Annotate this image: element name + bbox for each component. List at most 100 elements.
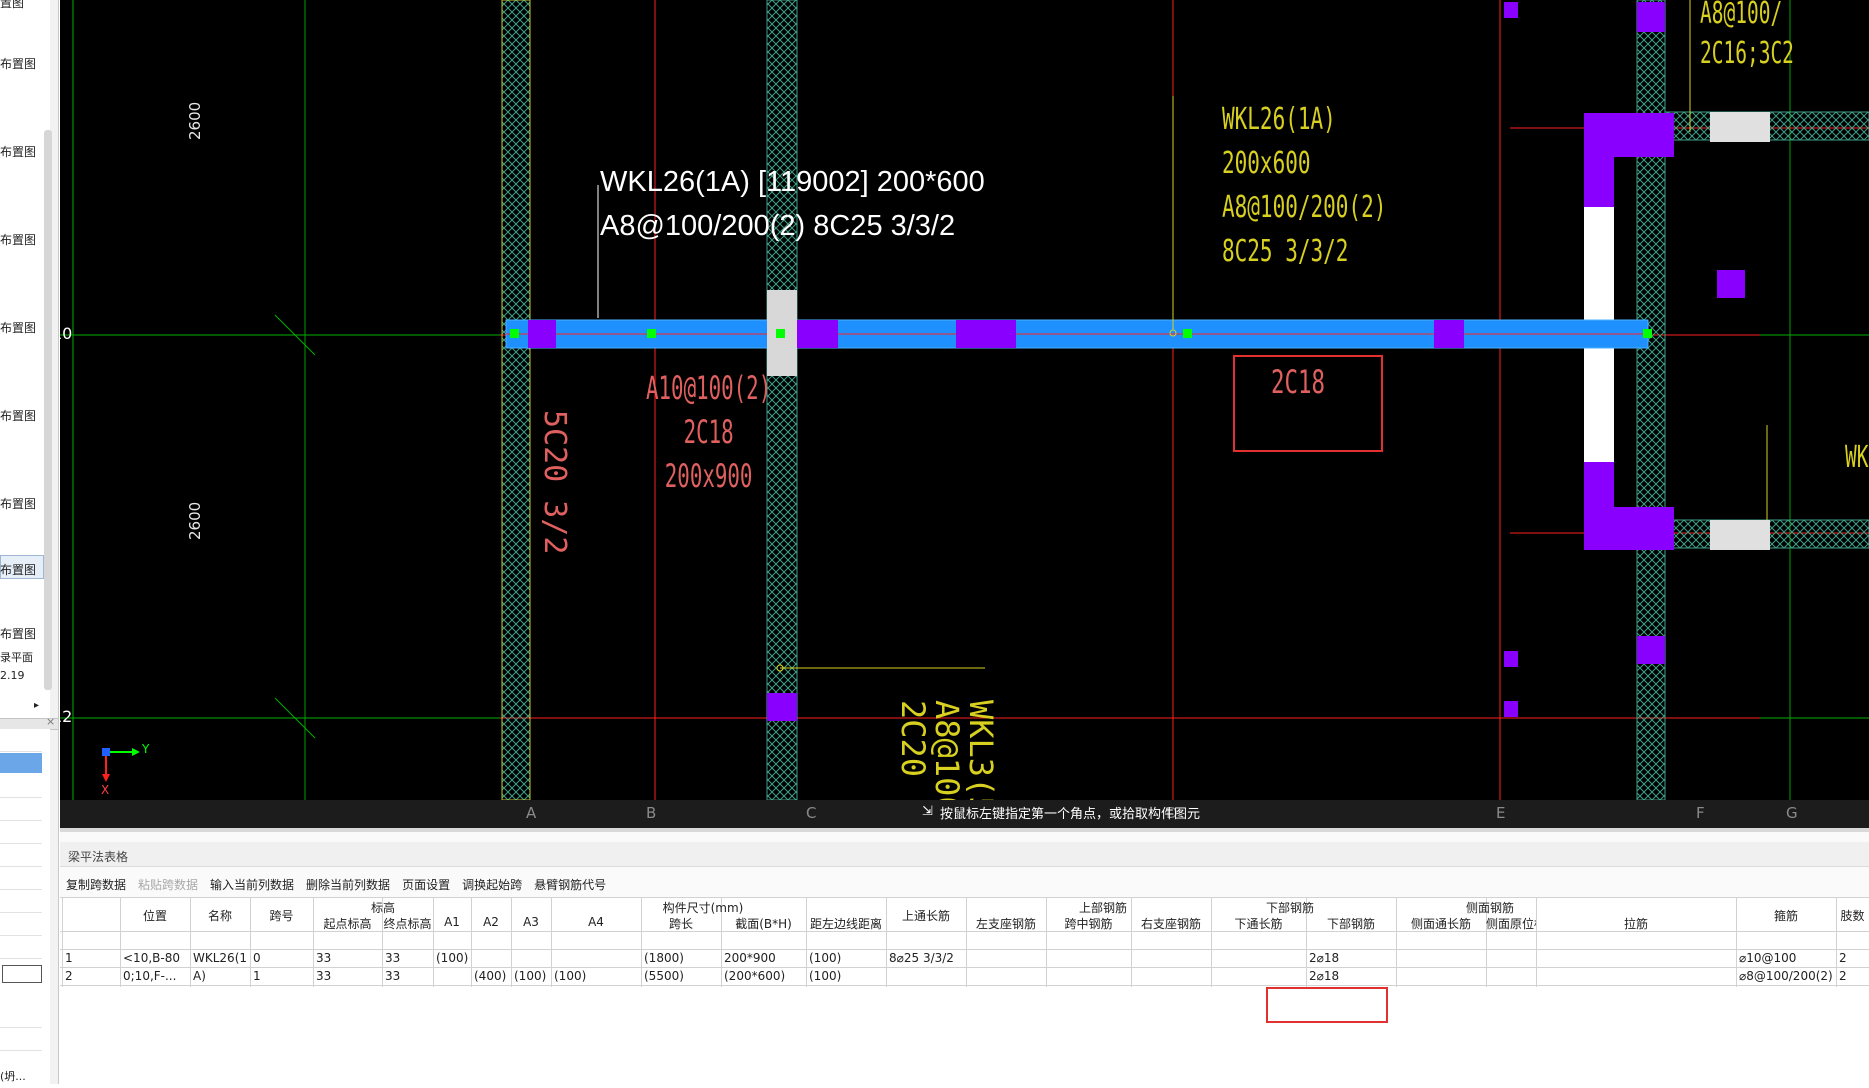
group-header: 上部钢筋 — [1078, 901, 1127, 915]
table-cell[interactable]: 2⌀18 — [1309, 969, 1395, 983]
axis-label: F — [1696, 804, 1705, 822]
grip-point — [647, 329, 656, 338]
list-item[interactable] — [0, 1005, 42, 1028]
list-item[interactable]: 布置图 — [0, 561, 36, 578]
table-cell[interactable]: (5500) — [644, 969, 720, 983]
list-item[interactable] — [0, 1028, 42, 1051]
list-item[interactable]: 布置图 — [0, 231, 36, 248]
table-cell[interactable]: A) — [193, 969, 249, 983]
table-cell[interactable]: 33 — [316, 969, 381, 983]
grip-point — [1183, 329, 1192, 338]
input-column-button[interactable]: 输入当前列数据 — [210, 876, 294, 896]
list-item[interactable] — [0, 821, 42, 844]
swap-start-span-button[interactable]: 调换起始跨 — [462, 876, 522, 896]
table-cell[interactable]: (200*600) — [724, 969, 805, 983]
pink-annotation: A10@100(2) 2C18 200x900 — [646, 369, 772, 495]
list-item[interactable]: 布置图 — [0, 407, 36, 424]
column — [1584, 113, 1674, 157]
column-header: A1 — [444, 915, 460, 929]
table-cell[interactable]: 33 — [385, 951, 432, 965]
group-header: 侧面钢筋 — [1465, 901, 1514, 915]
column-header: A4 — [588, 915, 604, 929]
expand-arrow-icon[interactable]: ▸ — [34, 700, 39, 711]
table-cell[interactable]: ⌀8@100/200(2) — [1739, 969, 1835, 983]
table-cell[interactable]: 200*900 — [724, 951, 805, 965]
table-cell[interactable]: (100) — [809, 951, 885, 965]
table-cell[interactable]: 2⌀18 — [1309, 951, 1395, 965]
axis-label: C — [806, 804, 817, 822]
list-item[interactable] — [0, 729, 42, 752]
list-item[interactable]: 布置图 — [0, 55, 36, 72]
table-cell[interactable]: (100) — [809, 969, 885, 983]
list-item[interactable]: 布置图 — [0, 143, 36, 160]
dimension-text: 2600 — [186, 101, 204, 140]
list-item[interactable] — [0, 890, 42, 913]
table-cell[interactable]: ⌀10@100 — [1739, 951, 1835, 965]
list-item[interactable]: 布置图 — [0, 495, 36, 512]
table-cell[interactable]: 2 — [1839, 951, 1868, 965]
delete-column-button[interactable]: 删除当前列数据 — [306, 876, 390, 896]
sidebar-scrollbar[interactable] — [44, 130, 52, 690]
cantilever-code-button[interactable]: 悬臂钢筋代号 — [534, 876, 606, 896]
column-header: A3 — [523, 915, 539, 929]
table-cell[interactable]: 2 — [1839, 969, 1868, 983]
wall — [766, 0, 798, 801]
list-item[interactable] — [0, 936, 42, 959]
page-setup-button[interactable]: 页面设置 — [402, 876, 450, 896]
list-item[interactable] — [0, 798, 42, 821]
table-cell[interactable]: 0 — [253, 951, 312, 965]
column-header: 侧面通长筋 — [1410, 917, 1471, 931]
list-item-selected[interactable] — [0, 753, 42, 773]
cursor-icon: ⇲ — [922, 804, 933, 819]
table-cell[interactable]: WKL26(1 — [193, 951, 249, 965]
table-cell[interactable]: 33 — [316, 951, 381, 965]
table-toolbar: 复制跨数据 粘贴跨数据 输入当前列数据 删除当前列数据 页面设置 调换起始跨 悬… — [66, 876, 606, 896]
list-item[interactable] — [0, 844, 42, 867]
list-item[interactable] — [0, 913, 42, 936]
column — [1710, 520, 1770, 550]
table-cell[interactable]: 1 — [253, 969, 312, 983]
axis-label: B — [646, 804, 657, 822]
highlight-box — [1233, 355, 1383, 452]
value-input[interactable] — [2, 965, 42, 983]
row-number: 1 — [65, 951, 73, 965]
list-item[interactable]: 录平面 — [0, 649, 33, 665]
column-header: 右支座钢筋 — [1140, 917, 1201, 931]
list-item[interactable]: 置图 — [0, 0, 24, 11]
list-item[interactable]: 布置图 — [0, 625, 36, 642]
copy-span-button[interactable]: 复制跨数据 — [66, 876, 126, 896]
table-cell[interactable]: 8⌀25 3/3/2 — [889, 951, 965, 965]
beam-label: WKL26(1A) [119002] 200*600 — [600, 166, 985, 198]
top-right-annotation: A8@100/ 2C16;3C2 — [1700, 0, 1794, 71]
grid-row-label: 10 — [60, 324, 73, 343]
column-header: 跨中钢筋 — [1064, 917, 1113, 931]
axis-label: A — [526, 804, 537, 822]
cad-canvas[interactable]: 2600 2600 10 12 Y X WKL26(1A) [119002] 2… — [60, 0, 1869, 828]
table-cell[interactable]: <10,B-80 — [123, 951, 189, 965]
command-hint: 按鼠标左键指定第一个角点，或拾取构件图元 — [940, 807, 1201, 822]
beam-table[interactable]: 标高 构件尺寸(mm) 上部钢筋 下部钢筋 侧面钢筋 位置 名称 跨号 起点标高 终点标… — [60, 897, 1869, 1088]
table-cell[interactable]: (100) — [436, 951, 470, 965]
list-item[interactable] — [0, 775, 42, 798]
wall — [501, 0, 531, 801]
list-item[interactable] — [0, 867, 42, 890]
column-header: 侧面原位标注筋 — [1486, 917, 1536, 931]
list-item[interactable]: 布置图 — [0, 319, 36, 336]
property-list — [0, 729, 50, 1084]
column-header: 下部钢筋 — [1326, 917, 1375, 931]
table-cell[interactable]: 33 — [385, 969, 432, 983]
close-icon[interactable]: × — [46, 715, 55, 728]
column-header: 箍筋 — [1773, 909, 1798, 923]
column-header: 下通长筋 — [1234, 917, 1283, 931]
highlight-box — [1266, 987, 1388, 1023]
paste-span-button[interactable]: 粘贴跨数据 — [138, 876, 198, 896]
table-cell[interactable]: 0;10,F-... — [123, 969, 189, 983]
table-cell[interactable]: (100) — [514, 969, 550, 983]
column-header: 肢数 — [1840, 909, 1865, 923]
table-cell[interactable]: (1800) — [644, 951, 720, 965]
column-header: 起点标高 — [323, 917, 372, 931]
table-cell[interactable]: (100) — [554, 969, 640, 983]
table-cell[interactable]: (400) — [474, 969, 510, 983]
column-header: 位置 — [142, 909, 167, 923]
grip-point — [776, 329, 785, 338]
